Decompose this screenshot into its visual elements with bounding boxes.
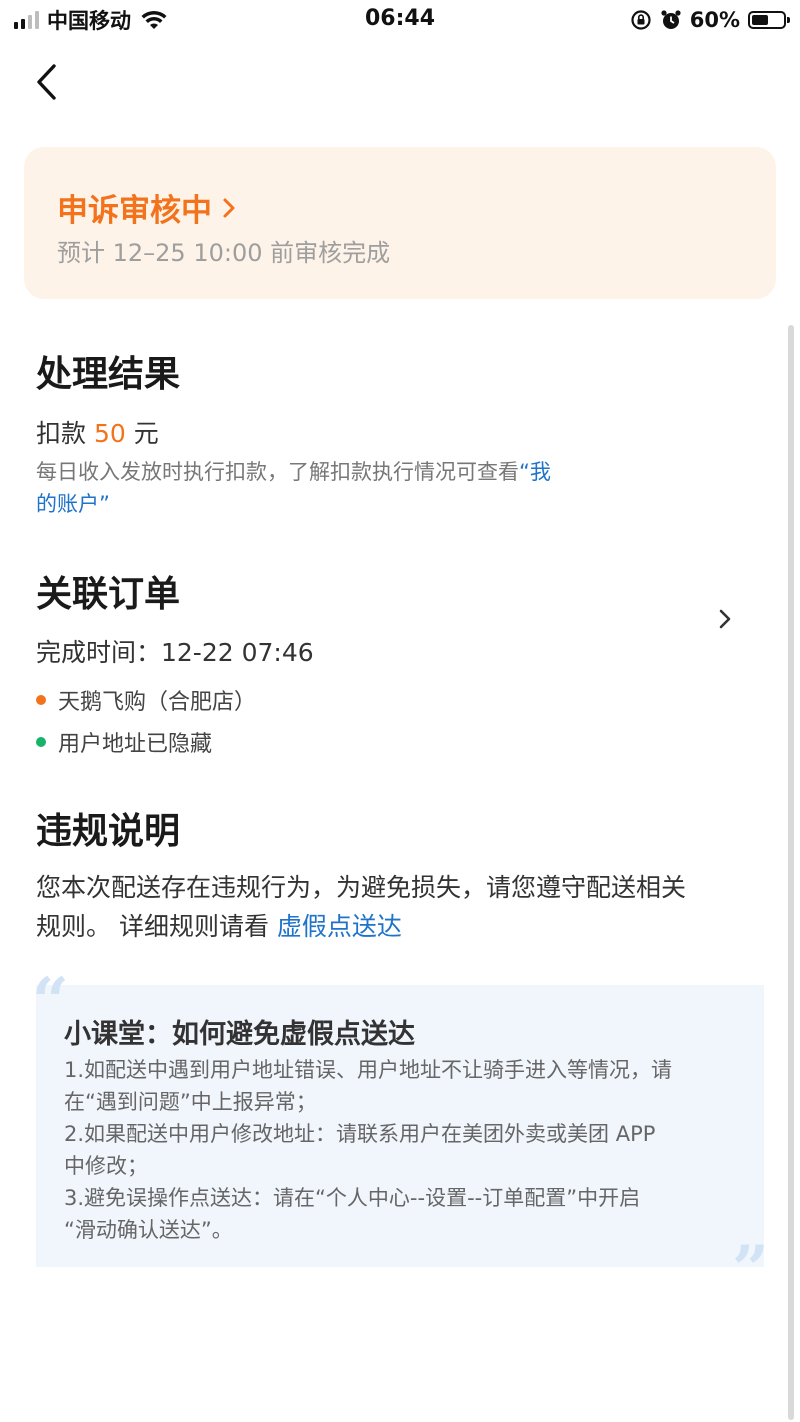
deduction-amount: 扣款 50 元 (36, 414, 159, 450)
order-address: 用户地址已隐藏 (36, 726, 212, 758)
scrollbar[interactable] (788, 325, 794, 1420)
violation-line-1: 您本次配送存在违规行为，为避免损失，请您遵守配送相关 (36, 873, 687, 902)
store-name: 天鹅飞购（合肥店） (58, 690, 257, 715)
close-quote-icon: ” (732, 1232, 769, 1307)
status-right: 60% (630, 6, 790, 34)
tip-content: 1.如配送中遇到用户地址错误、用户地址不让骑手进入等情况，请 在“遇到问题”中上… (64, 1054, 754, 1246)
violation-section-title: 违规说明 (36, 811, 181, 852)
back-button[interactable] (28, 60, 68, 104)
tip-line: 3.避免误操作点送达：请在“个人中心--设置--订单配置”中开启 (64, 1186, 641, 1210)
tip-line: 1.如配送中遇到用户地址错误、用户地址不让骑手进入等情况，请 (64, 1058, 673, 1082)
appeal-estimate: 预计 12–25 10:00 前审核完成 (57, 239, 391, 267)
deduction-value: 50 (93, 419, 126, 448)
appeal-status-card[interactable]: 申诉审核中 预计 12–25 10:00 前审核完成 (24, 147, 776, 299)
violation-description: 您本次配送存在违规行为，为避免损失，请您遵守配送相关 规则。 详细规则请看 虚假… (36, 868, 776, 946)
deduction-hint: 每日收入发放时执行扣款，了解扣款执行情况可查看“我 的账户” (36, 456, 676, 520)
result-section-title: 处理结果 (36, 354, 181, 395)
battery-percentage: 60% (689, 8, 740, 32)
tip-line: 中修改； (64, 1154, 148, 1178)
my-account-link-cont[interactable]: 的账户” (36, 492, 110, 516)
tip-line: “滑动确认送达”。 (64, 1218, 233, 1242)
violation-line-2: 规则。 详细规则请看 (36, 912, 277, 941)
chevron-right-icon (719, 609, 731, 629)
my-account-link[interactable]: “我 (519, 460, 551, 484)
tip-title: 小课堂：如何避免虚假点送达 (64, 1019, 415, 1050)
tip-line: 在“遇到问题”中上报异常； (64, 1090, 317, 1114)
battery-icon (748, 11, 790, 29)
order-store: 天鹅飞购（合肥店） (36, 684, 256, 716)
fake-delivery-rule-link[interactable]: 虚假点送达 (277, 912, 402, 941)
deduction-hint-text: 每日收入发放时执行扣款，了解扣款执行情况可查看 (36, 460, 519, 484)
related-order-row[interactable]: 完成时间：12-22 07:46 天鹅飞购（合肥店） 用户地址已隐藏 (0, 609, 800, 760)
alarm-icon (661, 10, 681, 29)
status-bar: 中国移动 06:44 60% (0, 0, 800, 44)
battery-level (752, 15, 769, 25)
appeal-status-title: 申诉审核中 (57, 185, 236, 230)
address-text: 用户地址已隐藏 (58, 732, 213, 757)
deduction-suffix: 元 (125, 419, 159, 448)
store-dot-icon (36, 695, 46, 705)
appeal-status-label: 申诉审核中 (57, 193, 212, 229)
address-dot-icon (36, 737, 46, 747)
rotation-lock-icon (631, 10, 651, 30)
chevron-right-icon (223, 198, 235, 217)
tip-line: 2.如果配送中用户修改地址：请联系用户在美团外卖或美团 APP (64, 1122, 656, 1146)
deduction-prefix: 扣款 (36, 419, 94, 448)
order-finish-time: 完成时间：12-22 07:46 (36, 638, 314, 667)
order-section-title: 关联订单 (36, 574, 181, 615)
